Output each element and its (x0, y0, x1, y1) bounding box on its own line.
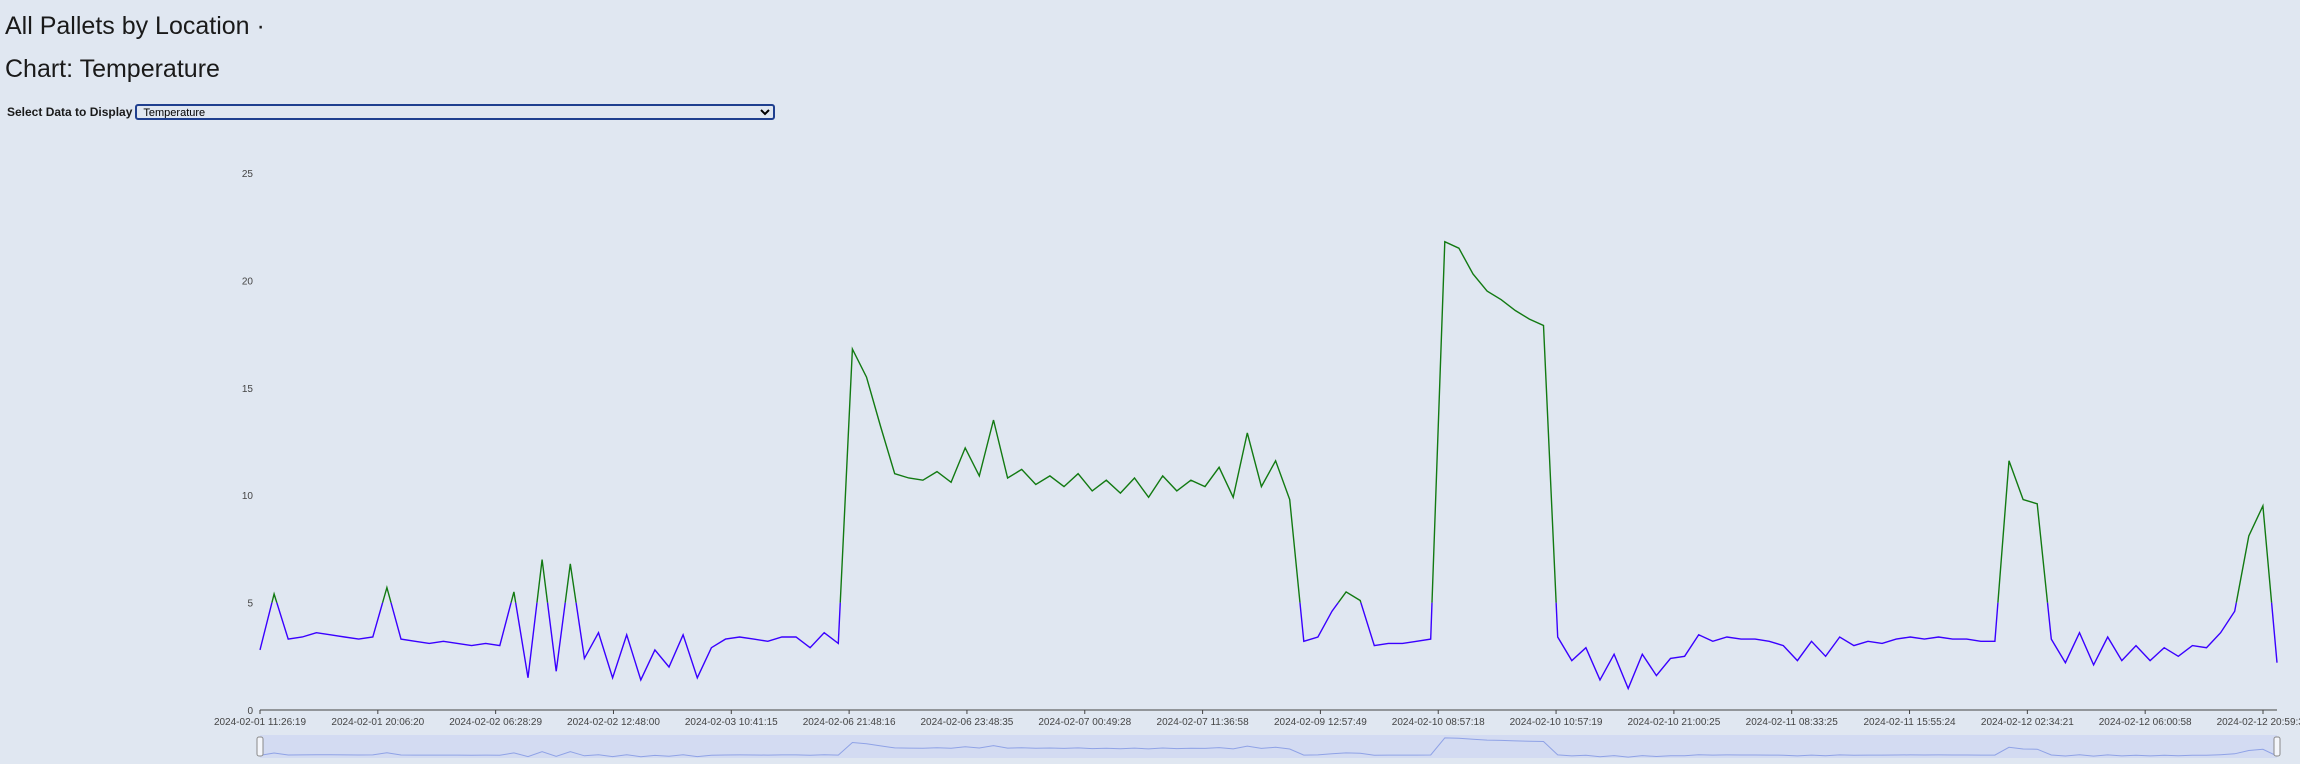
x-tick-label: 2024-02-12 02:34:21 (1981, 717, 2074, 728)
y-tick-label: 15 (242, 384, 254, 395)
navigator-left-handle[interactable] (256, 736, 264, 757)
y-tick-label: 20 (242, 276, 254, 287)
x-tick-label: 2024-02-12 06:00:58 (2099, 717, 2192, 728)
x-tick-label: 2024-02-02 12:48:00 (567, 717, 660, 728)
x-tick-label: 2024-02-10 08:57:18 (1392, 717, 1485, 728)
x-axis: 2024-02-01 11:26:19 2024-02-01 20:06:20 20… (214, 710, 2300, 728)
navigator-right-handle[interactable] (2273, 736, 2281, 757)
x-tick-label: 2024-02-10 21:00:25 (1627, 717, 1720, 728)
x-tick-label: 2024-02-01 20:06:20 (331, 717, 424, 728)
x-tick-label: 2024-02-02 06:28:29 (449, 717, 542, 728)
y-tick-label: 25 (242, 169, 254, 180)
x-tick-label: 2024-02-06 21:48:16 (803, 717, 896, 728)
x-tick-label: 2024-02-12 20:59:32 (2217, 717, 2300, 728)
temperature-series-line-below-threshold (259, 602, 2278, 691)
x-tick-label: 2024-02-07 00:49:28 (1038, 717, 1131, 728)
x-tick-label: 2024-02-03 10:41:15 (685, 717, 778, 728)
data-type-select[interactable]: Temperature (135, 104, 776, 120)
data-selector-row: Select Data to Display Temperature (7, 104, 776, 120)
x-tick-label: 2024-02-11 15:55:24 (1863, 717, 1956, 728)
y-tick-label: 5 (247, 599, 253, 610)
data-selector-label: Select Data to Display (7, 105, 133, 119)
series-layer (259, 240, 2278, 691)
y-tick-label: 10 (242, 491, 254, 502)
y-tick-label: 0 (247, 706, 253, 717)
page-title: All Pallets by Location · (5, 12, 265, 40)
y-axis: 0 5 10 15 20 25 (242, 169, 254, 717)
range-navigator[interactable] (256, 735, 2281, 758)
x-tick-label: 2024-02-09 12:57:49 (1274, 717, 1367, 728)
x-tick-label: 2024-02-07 11:36:58 (1157, 717, 1250, 728)
x-tick-label: 2024-02-01 11:26:19 (214, 717, 307, 728)
temperature-chart: 0510152025 2024-02-01 11:26:19 2024-02-01… (214, 169, 2300, 758)
x-tick-label: 2024-02-11 08:33:25 (1746, 717, 1839, 728)
chart-title: Chart: Temperature (5, 55, 220, 83)
x-tick-label: 2024-02-06 23:48:35 (921, 717, 1014, 728)
x-tick-label: 2024-02-10 10:57:19 (1510, 717, 1603, 728)
